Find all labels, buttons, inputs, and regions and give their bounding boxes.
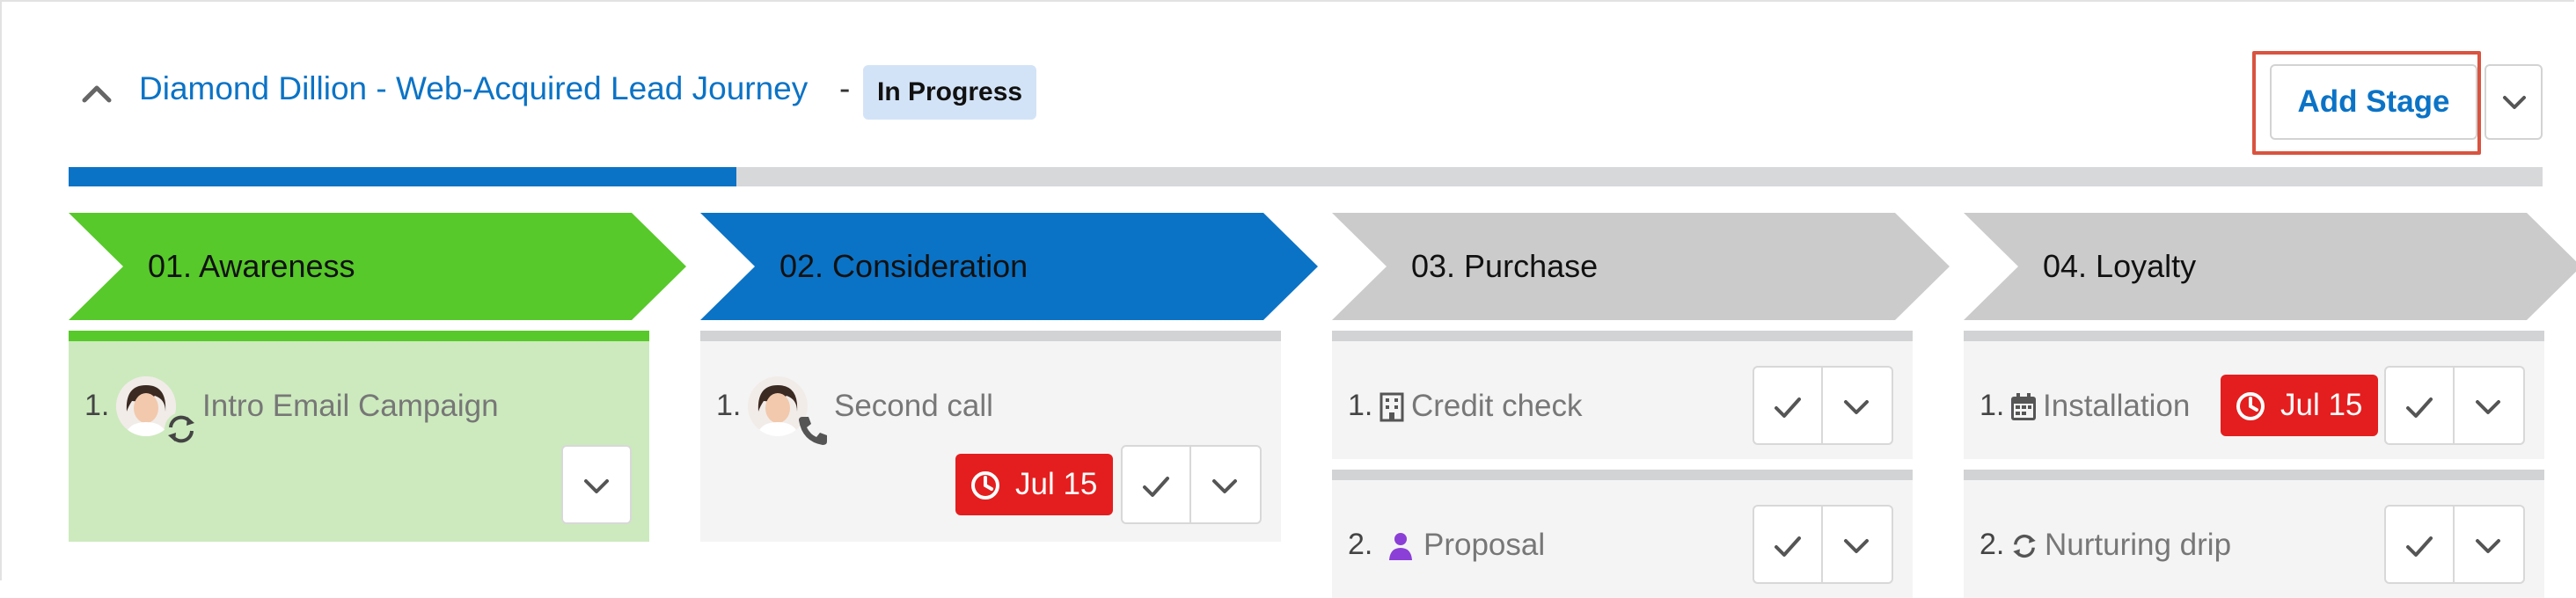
building-icon	[1378, 392, 1406, 422]
task-number: 1.	[1348, 389, 1373, 422]
sync-icon	[164, 412, 199, 447]
clock-icon	[2236, 392, 2265, 420]
task-card[interactable]: 1. Installation Jul 15	[1964, 331, 2544, 459]
task-number: 1.	[716, 389, 742, 422]
task-menu-button[interactable]	[561, 445, 632, 524]
status-badge: In Progress	[863, 65, 1037, 120]
task-menu-button[interactable]	[2455, 505, 2525, 584]
task-number: 1.	[84, 389, 110, 422]
calendar-icon	[2009, 392, 2038, 422]
sync-icon	[2009, 531, 2038, 561]
complete-task-button[interactable]	[1753, 366, 1823, 445]
chevron-down-icon	[2476, 539, 2500, 553]
task-label[interactable]: Credit check	[1411, 389, 1583, 424]
task-menu-button[interactable]	[1823, 505, 1893, 584]
task-label[interactable]: Nurturing drip	[2045, 528, 2231, 563]
due-date-text: Jul 15	[2280, 388, 2363, 422]
chevron-up-icon[interactable]	[81, 77, 113, 109]
checkmark-icon	[1775, 536, 1801, 557]
stage-loyalty[interactable]: 04. Loyalty	[1964, 213, 2576, 320]
complete-task-button[interactable]	[1753, 505, 1823, 584]
due-date-badge: Jul 15	[955, 454, 1114, 515]
checkmark-icon	[2406, 397, 2433, 418]
task-card[interactable]: 2. Proposal	[1332, 470, 1913, 598]
complete-task-button[interactable]	[2384, 366, 2455, 445]
person-icon	[1387, 531, 1415, 561]
task-label[interactable]: Second call	[834, 389, 993, 424]
stage-label: 01. Awareness	[148, 248, 355, 284]
task-menu-button[interactable]	[1191, 445, 1262, 524]
due-date-text: Jul 15	[1015, 467, 1098, 501]
task-card[interactable]: 2. Nurturing drip	[1964, 470, 2544, 598]
stage-label: 04. Loyalty	[2043, 248, 2197, 284]
chevron-down-icon	[1844, 539, 1869, 553]
checkmark-icon	[1143, 477, 1169, 497]
chevron-down-icon	[1212, 479, 1237, 493]
add-stage-menu-button[interactable]	[2485, 64, 2543, 140]
chevron-down-icon	[1844, 400, 1869, 414]
stage-consideration[interactable]: 02. Consideration	[700, 213, 1318, 320]
checkmark-icon	[2406, 536, 2433, 557]
checkmark-icon	[1775, 397, 1801, 418]
journey-progress-fill	[69, 167, 737, 186]
chevron-down-icon	[584, 479, 609, 493]
complete-task-button[interactable]	[2384, 505, 2455, 584]
task-menu-button[interactable]	[2455, 366, 2525, 445]
journey-title-link[interactable]: Diamond Dillion - Web-Acquired Lead Jour…	[139, 70, 808, 107]
stage-purchase[interactable]: 03. Purchase	[1332, 213, 1950, 320]
task-number: 1.	[1980, 389, 2005, 422]
stage-label: 02. Consideration	[779, 248, 1028, 284]
task-label[interactable]: Installation	[2043, 389, 2190, 424]
add-stage-button[interactable]: Add Stage	[2270, 64, 2477, 140]
title-separator: -	[839, 70, 851, 106]
task-card[interactable]: 1. Intro Email Campaign	[69, 331, 649, 542]
stage-label: 03. Purchase	[1411, 248, 1599, 284]
stage-awareness[interactable]: 01. Awareness	[69, 213, 686, 320]
chevron-down-icon	[2503, 96, 2526, 109]
clock-icon	[971, 471, 999, 500]
complete-task-button[interactable]	[1121, 445, 1191, 524]
journey-progress-bar	[69, 167, 2543, 186]
due-date-badge: Jul 15	[2221, 375, 2379, 436]
journey-header: Diamond Dillion - Web-Acquired Lead Jour…	[0, 0, 2576, 167]
task-menu-button[interactable]	[1823, 366, 1893, 445]
task-label[interactable]: Intro Email Campaign	[202, 389, 499, 424]
task-card[interactable]: 1. Credit check	[1332, 331, 1913, 459]
task-label[interactable]: Proposal	[1423, 528, 1545, 563]
phone-icon	[795, 412, 831, 447]
task-card[interactable]: 1. Second call Jul 15	[700, 331, 1281, 542]
chevron-down-icon	[2476, 400, 2500, 414]
